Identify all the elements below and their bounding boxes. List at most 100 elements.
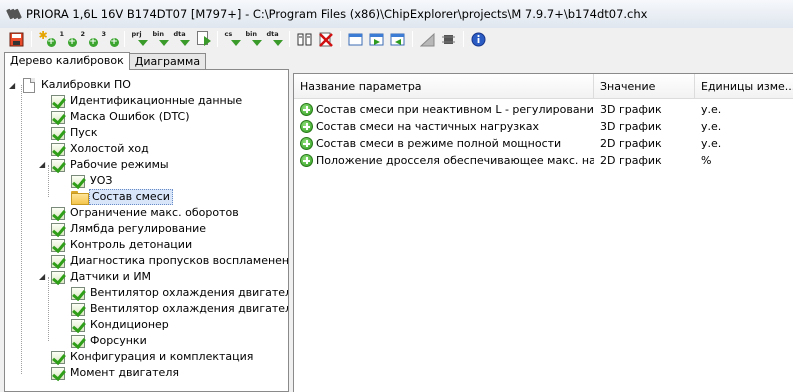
add-2-button[interactable]: 2 + [78, 29, 99, 49]
checkbox-checked-icon[interactable] [51, 238, 65, 252]
checkbox-checked-icon[interactable] [71, 334, 85, 348]
save-icon [9, 31, 25, 47]
tree-item-identification[interactable]: Идентификационные данные [51, 93, 244, 109]
chip-button[interactable] [438, 29, 459, 49]
row-units-text: у.е. [701, 137, 722, 150]
add-3-button[interactable]: 3 + [99, 29, 120, 49]
tree-item-configuration[interactable]: Конфигурация и комплектация [51, 349, 255, 365]
graph-button[interactable] [417, 29, 438, 49]
delete-file-button[interactable] [315, 29, 336, 49]
tree-root[interactable]: ◢ Калибровки ПО [9, 77, 133, 93]
tree-item-dtc-mask[interactable]: Маска Ошибок (DTC) [51, 109, 192, 125]
collapse-arrow-icon[interactable]: ◢ [39, 272, 48, 281]
forward-button[interactable] [192, 29, 213, 49]
checkbox-checked-icon[interactable] [51, 366, 65, 380]
list-row[interactable]: Состав смеси в режиме полной мощности 2D… [294, 135, 793, 152]
checkbox-checked-icon[interactable] [71, 174, 85, 188]
list-row[interactable]: Состав смеси при неактивном L - регулиро… [294, 101, 793, 118]
tree-item-air-conditioner[interactable]: Кондиционер [71, 317, 171, 333]
tab-calibration-tree[interactable]: Дерево калибровок [4, 52, 130, 70]
checkbox-checked-icon[interactable] [51, 94, 65, 108]
window-button[interactable] [345, 29, 366, 49]
checkbox-checked-icon[interactable] [71, 302, 85, 316]
tree-item-lambda[interactable]: Лямбда регулирование [51, 221, 208, 237]
parameter-list[interactable]: Название параметра Значение Единицы изме… [293, 73, 793, 392]
column-header-name[interactable]: Название параметра [294, 74, 594, 99]
import-dta-button[interactable]: dta [264, 29, 285, 49]
tree-item-fan-2[interactable]: Вентилятор охлаждения двигателя 2 [71, 301, 289, 317]
row-value-text: 3D график [600, 103, 662, 116]
export-prj-icon: prj [132, 31, 148, 47]
toolbar-separator [463, 31, 464, 47]
checkbox-checked-icon[interactable] [71, 286, 85, 300]
document-icon [23, 77, 35, 93]
checkbox-checked-icon[interactable] [51, 158, 65, 172]
tree-item-idle[interactable]: Холостой ход [51, 141, 151, 157]
tree-item-mixture[interactable]: Состав смеси [71, 189, 173, 205]
chip-icon [441, 31, 457, 47]
left-tabs: Дерево калибровок Диаграмма [4, 52, 207, 70]
row-name-cell: Состав смеси на частичных нагрузках [294, 118, 594, 135]
export-bin-button[interactable]: bin [150, 29, 171, 49]
window-back-button[interactable] [387, 29, 408, 49]
add-2-label: 2 [80, 30, 86, 38]
tree-item-misfire-diagnostics[interactable]: Диагностика пропусков воспламенения [51, 253, 288, 269]
tab-diagram[interactable]: Диаграмма [128, 53, 207, 70]
row-name-text: Состав смеси в режиме полной мощности [316, 137, 562, 150]
checkbox-checked-icon[interactable] [51, 142, 65, 156]
toolbar-separator [217, 31, 218, 47]
tree-item-sensors[interactable]: Датчики и ИМ [51, 269, 153, 285]
toolbar: ✱ + 1 + 2 + 3 + prj bin dta cs bin dta [0, 28, 793, 50]
import-bin-button[interactable]: bin [243, 29, 264, 49]
tree-item-injectors[interactable]: Форсунки [71, 333, 149, 349]
list-row[interactable]: Положение дросселя обеспечивающее макс. … [294, 152, 793, 169]
app-logo-icon [6, 7, 22, 21]
row-value-text: 3D график [600, 120, 662, 133]
column-header-value[interactable]: Значение [594, 74, 695, 99]
list-header: Название параметра Значение Единицы изме… [294, 74, 793, 99]
column-header-units[interactable]: Единицы изме... [695, 74, 793, 99]
checkbox-checked-icon[interactable] [51, 126, 65, 140]
export-prj-button[interactable]: prj [129, 29, 150, 49]
add-3-icon: 3 + [101, 30, 119, 47]
export-dta-icon: dta [174, 31, 190, 47]
checkbox-checked-icon[interactable] [51, 254, 65, 268]
row-name-text: Состав смеси на частичных нагрузках [316, 120, 539, 133]
tree-guide-line [48, 277, 49, 341]
tree-item-knock-control[interactable]: Контроль детонации [51, 237, 194, 253]
export-dta-button[interactable]: dta [171, 29, 192, 49]
tree-item-label: Вентилятор охлаждения двигателя 2 [90, 302, 289, 315]
checkbox-checked-icon[interactable] [51, 110, 65, 124]
tree-item-label: Рабочие режимы [70, 158, 169, 171]
info-button[interactable] [468, 29, 489, 49]
checkbox-checked-icon[interactable] [51, 350, 65, 364]
add-1-label: 1 [59, 30, 65, 38]
save-button[interactable] [6, 29, 27, 49]
tree-item-fan-1[interactable]: Вентилятор охлаждения двигателя 1 [71, 285, 288, 301]
tree-item-label: Кондиционер [90, 318, 169, 331]
window-forward-button[interactable] [366, 29, 387, 49]
add-new-button[interactable]: ✱ + [36, 29, 57, 49]
collapse-arrow-icon[interactable]: ◢ [9, 81, 18, 90]
window-forward-icon [369, 31, 385, 47]
tree-item-ignition-timing[interactable]: УОЗ [71, 173, 114, 189]
tree-item-engine-torque[interactable]: Момент двигателя [51, 365, 181, 381]
tree-item-start[interactable]: Пуск [51, 125, 99, 141]
import-cs-button[interactable]: cs [222, 29, 243, 49]
tree-item-rpm-limit[interactable]: Ограничение макс. оборотов [51, 205, 241, 221]
checkbox-checked-icon[interactable] [71, 318, 85, 332]
list-row[interactable]: Состав смеси на частичных нагрузках 3D г… [294, 118, 793, 135]
tree-item-operating-modes[interactable]: Рабочие режимы [51, 157, 171, 173]
calibration-tree[interactable]: ◢ Калибровки ПО Идентификационные данные… [4, 69, 289, 392]
checkbox-checked-icon[interactable] [51, 222, 65, 236]
add-parameter-icon [300, 137, 313, 150]
checkbox-checked-icon[interactable] [51, 270, 65, 284]
collapse-arrow-icon[interactable]: ◢ [39, 160, 48, 169]
checkbox-checked-icon[interactable] [51, 206, 65, 220]
compare-button[interactable] [294, 29, 315, 49]
tree-item-label: Состав смеси [89, 189, 173, 205]
tree-item-label: Маска Ошибок (DTC) [70, 110, 190, 123]
tree-item-label: Идентификационные данные [70, 94, 243, 107]
add-1-button[interactable]: 1 + [57, 29, 78, 49]
toolbar-separator [31, 31, 32, 47]
